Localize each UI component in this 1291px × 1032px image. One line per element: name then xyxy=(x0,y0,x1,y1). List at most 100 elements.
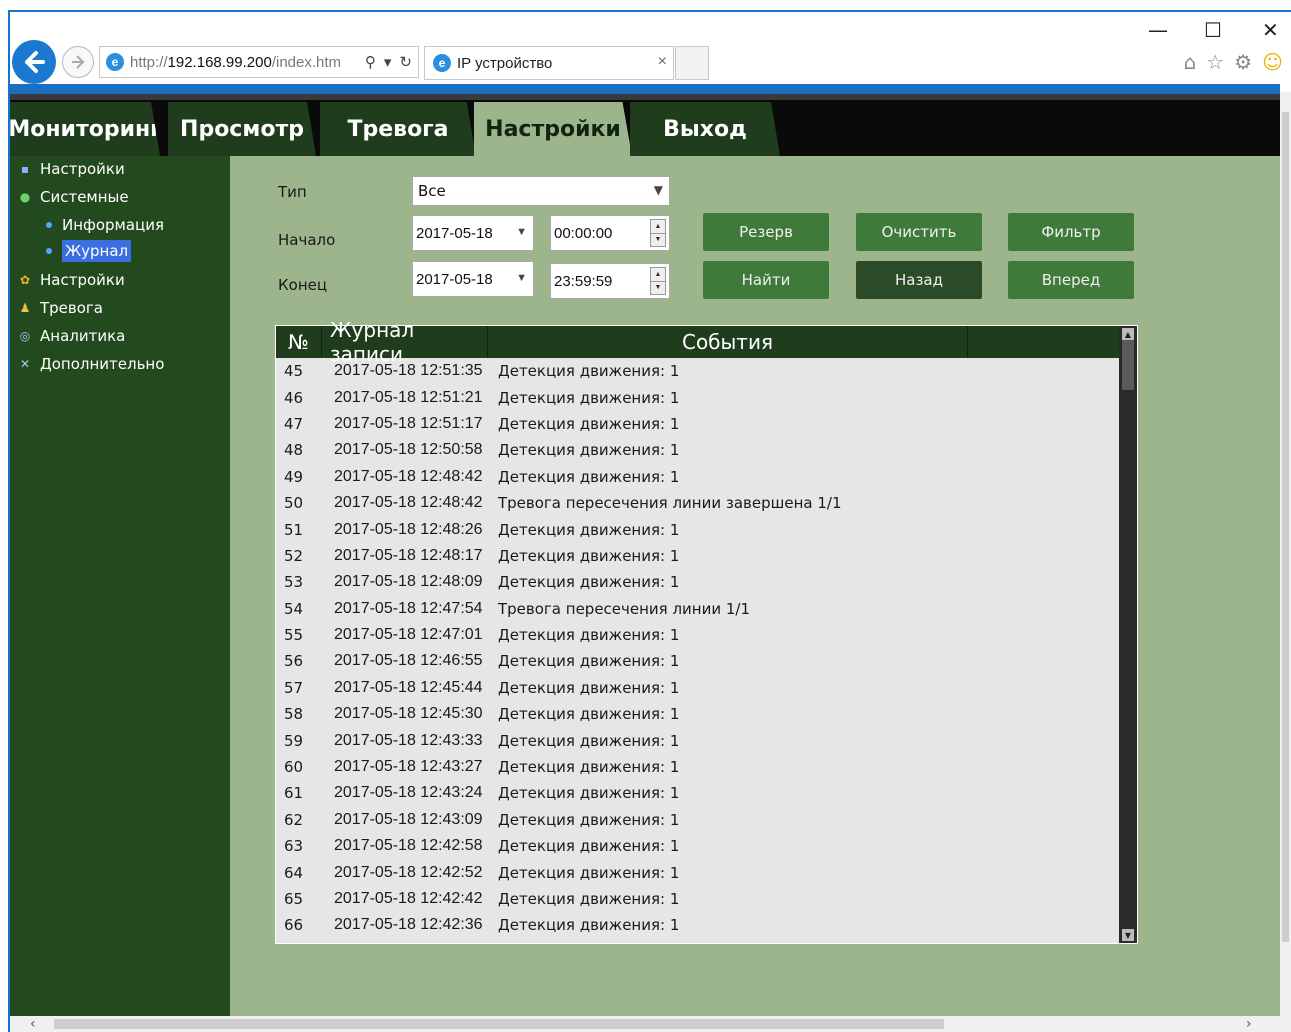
end-date-picker[interactable]: 2017-05-18 ▼ xyxy=(412,261,534,297)
new-tab-button[interactable] xyxy=(675,46,709,80)
back-button[interactable] xyxy=(12,40,56,84)
page-scroll-thumb[interactable] xyxy=(1282,112,1289,942)
table-row[interactable]: 51 2017-05-18 12:48:26 Детекция движения: … xyxy=(276,516,1119,542)
scroll-left-icon[interactable]: ‹ xyxy=(30,1016,36,1032)
table-row[interactable]: 48 2017-05-18 12:50:58 Детекция движения: … xyxy=(276,437,1119,463)
browser-tab[interactable]: e IP устройство × xyxy=(424,46,674,80)
table-row[interactable]: 60 2017-05-18 12:43:27 Детекция движения: … xyxy=(276,754,1119,780)
tab-playback[interactable]: Просмотр xyxy=(168,102,316,156)
forward-page-button[interactable]: Вперед xyxy=(1008,261,1134,299)
tab-settings[interactable]: Настройки xyxy=(474,102,632,156)
minimize-icon[interactable]: — xyxy=(1148,18,1168,42)
forward-button[interactable] xyxy=(62,46,94,78)
page-vertical-scrollbar[interactable] xyxy=(1280,92,1291,1016)
table-row[interactable]: 54 2017-05-18 12:47:54 Тревога пересечения… xyxy=(276,596,1119,622)
table-row[interactable]: 46 2017-05-18 12:51:21 Детекция движения: … xyxy=(276,384,1119,410)
sidebar-item-settings-main[interactable]: ▪ Настройки xyxy=(18,160,125,178)
row-no: 53 xyxy=(284,573,304,592)
backup-button[interactable]: Резерв xyxy=(703,213,829,251)
row-event: Детекция движения: 1 xyxy=(498,678,680,697)
table-row[interactable]: 45 2017-05-18 12:51:35 Детекция движения: … xyxy=(276,358,1119,384)
table-row[interactable]: 57 2017-05-18 12:45:44 Детекция движения: … xyxy=(276,675,1119,701)
settings-icon[interactable]: ⚙ xyxy=(1234,50,1252,74)
tab-monitoring[interactable]: Мониторинг xyxy=(10,102,160,156)
end-time-stepper[interactable]: ▲ ▼ xyxy=(650,267,666,295)
tab-close-icon[interactable]: × xyxy=(658,53,667,71)
dropdown-icon[interactable]: ▾ xyxy=(384,53,392,71)
row-no: 47 xyxy=(284,414,304,433)
table-row[interactable]: 64 2017-05-18 12:42:52 Детекция движения: … xyxy=(276,859,1119,885)
bell-icon: ♟ xyxy=(19,301,31,315)
address-bar[interactable]: e http:// 192.168.99.200 /index.htm ⚲ ▾ … xyxy=(99,46,419,78)
sidebar-item-analytics[interactable]: ◎ Аналитика xyxy=(18,327,126,345)
end-time-input[interactable]: 23:59:59 ▲ ▼ xyxy=(550,263,670,299)
arrow-right-icon xyxy=(72,55,85,69)
table-row[interactable]: 59 2017-05-18 12:43:33 Детекция движения: … xyxy=(276,727,1119,753)
scroll-right-icon[interactable]: › xyxy=(1246,1016,1252,1032)
home-icon[interactable]: ⌂ xyxy=(1184,50,1197,74)
chevron-down-icon: ▼ xyxy=(516,272,527,284)
table-row[interactable]: 58 2017-05-18 12:45:30 Детекция движения: … xyxy=(276,701,1119,727)
sidebar-item-alarm[interactable]: ♟ Тревога xyxy=(18,299,103,317)
table-row[interactable]: 65 2017-05-18 12:42:42 Детекция движения: … xyxy=(276,886,1119,912)
back-page-button[interactable]: Назад xyxy=(856,261,982,299)
sidebar-sub-log[interactable]: Журнал xyxy=(46,240,132,262)
row-time: 2017-05-18 12:48:42 xyxy=(334,467,483,485)
table-row[interactable]: 47 2017-05-18 12:51:17 Детекция движения: … xyxy=(276,411,1119,437)
table-row[interactable]: 63 2017-05-18 12:42:58 Детекция движения: … xyxy=(276,833,1119,859)
table-row[interactable]: 50 2017-05-18 12:48:42 Тревога пересечения… xyxy=(276,490,1119,516)
spin-down-icon[interactable]: ▼ xyxy=(651,232,665,246)
type-select[interactable]: Все ▼ xyxy=(412,176,670,206)
spin-up-icon[interactable]: ▲ xyxy=(651,268,665,281)
scroll-thumb[interactable] xyxy=(1122,340,1134,390)
row-time: 2017-05-18 12:43:27 xyxy=(334,758,483,776)
table-scrollbar[interactable]: ▲ ▼ xyxy=(1119,326,1137,943)
column-header-time[interactable]: Журнал записи xyxy=(322,318,488,366)
end-label: Конец xyxy=(278,276,328,294)
page-horizontal-scrollbar[interactable]: ‹ › xyxy=(10,1016,1291,1032)
row-no: 57 xyxy=(284,678,304,697)
start-time-input[interactable]: 00:00:00 ▲ ▼ xyxy=(550,215,670,251)
bullet-icon xyxy=(46,248,52,254)
sidebar-sub-info[interactable]: Информация xyxy=(46,216,164,234)
table-row[interactable]: 52 2017-05-18 12:48:17 Детекция движения: … xyxy=(276,543,1119,569)
smiley-icon[interactable]: ☺ xyxy=(1262,50,1283,74)
scroll-up-icon[interactable]: ▲ xyxy=(1122,328,1134,340)
clear-button[interactable]: Очистить xyxy=(856,213,982,251)
close-window-icon[interactable]: ✕ xyxy=(1262,18,1279,42)
url-prefix: http:// xyxy=(130,53,168,71)
column-header-events[interactable]: События xyxy=(488,326,968,358)
ie-icon: e xyxy=(106,53,124,71)
table-row[interactable]: 66 2017-05-18 12:42:36 Детекция движения: … xyxy=(276,912,1119,938)
search-icon[interactable]: ⚲ xyxy=(365,53,376,71)
tab-exit[interactable]: Выход xyxy=(630,102,780,156)
column-header-no[interactable]: № xyxy=(276,326,322,358)
table-row[interactable]: 55 2017-05-18 12:47:01 Детекция движения: … xyxy=(276,622,1119,648)
refresh-icon[interactable]: ↻ xyxy=(399,53,412,71)
row-time: 2017-05-18 12:43:33 xyxy=(334,731,483,749)
scroll-down-icon[interactable]: ▼ xyxy=(1122,929,1134,941)
type-select-value: Все xyxy=(418,182,446,200)
table-row[interactable]: 56 2017-05-18 12:46:55 Детекция движения: … xyxy=(276,648,1119,674)
table-row[interactable]: 49 2017-05-18 12:48:42 Детекция движения: … xyxy=(276,464,1119,490)
row-event: Детекция движения: 1 xyxy=(498,414,680,433)
spin-down-icon[interactable]: ▼ xyxy=(651,280,665,294)
spin-up-icon[interactable]: ▲ xyxy=(651,220,665,233)
tools-icon: ✕ xyxy=(19,357,31,371)
table-row[interactable]: 62 2017-05-18 12:43:09 Детекция движения: … xyxy=(276,807,1119,833)
maximize-icon[interactable]: ☐ xyxy=(1204,18,1222,42)
sidebar-item-settings[interactable]: ✿ Настройки xyxy=(18,271,125,289)
start-time-stepper[interactable]: ▲ ▼ xyxy=(650,219,666,247)
arrow-left-icon xyxy=(25,51,45,73)
row-no: 64 xyxy=(284,863,304,882)
table-row[interactable]: 53 2017-05-18 12:48:09 Детекция движения: … xyxy=(276,569,1119,595)
favorites-icon[interactable]: ☆ xyxy=(1206,50,1224,74)
table-row[interactable]: 61 2017-05-18 12:43:24 Детекция движения: … xyxy=(276,780,1119,806)
start-date-picker[interactable]: 2017-05-18 ▼ xyxy=(412,215,534,251)
sidebar-item-advanced[interactable]: ✕ Дополнительно xyxy=(18,355,164,373)
tab-alarm[interactable]: Тревога xyxy=(320,102,476,156)
filter-button[interactable]: Фильтр xyxy=(1008,213,1134,251)
page-hscroll-thumb[interactable] xyxy=(54,1019,944,1029)
sidebar-item-system[interactable]: ● Системные xyxy=(18,188,129,206)
find-button[interactable]: Найти xyxy=(703,261,829,299)
